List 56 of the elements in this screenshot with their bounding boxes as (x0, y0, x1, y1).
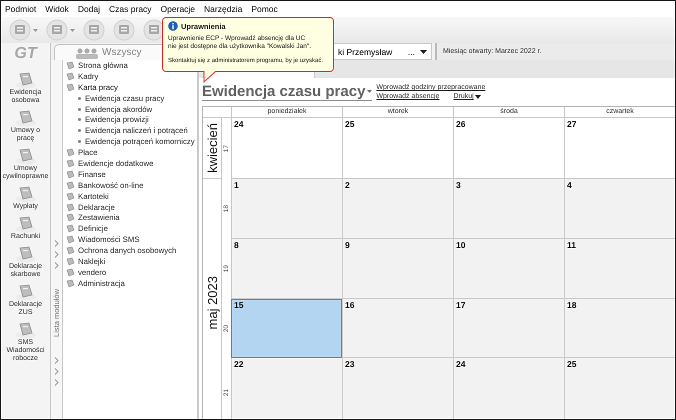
menu-item[interactable]: Dodaj (78, 4, 100, 14)
day-cell[interactable]: 2 (342, 179, 453, 239)
employee-selector[interactable]: ki Przemysław ... (334, 43, 432, 60)
document-icon (14, 215, 36, 233)
document-icon (14, 321, 36, 339)
menu-item[interactable]: Czas pracy (109, 4, 152, 14)
day-cell[interactable]: 8 (231, 239, 342, 299)
day-cell[interactable]: 24 (453, 358, 564, 419)
day-cell[interactable]: 17 (453, 299, 564, 358)
toolbar-button[interactable] (9, 19, 38, 41)
caret-icon[interactable] (33, 28, 38, 32)
day-cell[interactable]: 3 (453, 179, 564, 239)
bullet-icon (78, 96, 81, 100)
bullet-icon (78, 129, 81, 132)
day-cell[interactable]: 23 (342, 358, 453, 419)
bullet-icon (78, 118, 81, 122)
caret-icon (474, 94, 481, 98)
info-icon (168, 21, 178, 31)
day-cell[interactable]: 24 (231, 118, 342, 179)
document-icon (14, 245, 36, 263)
menu-item[interactable]: Narzędzia (204, 4, 242, 14)
toolbar-button[interactable] (83, 19, 105, 41)
menu-item[interactable]: Operacje (160, 4, 196, 14)
day-cell[interactable]: 22 (231, 358, 342, 419)
day-cell[interactable]: 18 (564, 299, 675, 358)
menu-item[interactable]: Widok (45, 4, 69, 14)
day-cell[interactable]: 16 (342, 299, 453, 358)
day-cell[interactable]: 1 (231, 179, 342, 239)
month-label: kwiecień (204, 123, 220, 173)
toolbar-button[interactable] (113, 19, 135, 41)
document-icon (14, 71, 36, 89)
toolbar-button[interactable] (46, 19, 75, 41)
document-icon (14, 147, 36, 165)
caret-icon (367, 90, 372, 93)
day-cell[interactable]: 15 (231, 299, 342, 358)
day-cell[interactable]: 4 (564, 179, 675, 239)
day-cell[interactable]: 10 (453, 239, 564, 299)
day-cell[interactable]: 27 (564, 118, 675, 179)
day-cell[interactable]: 25 (564, 358, 675, 419)
menu-item[interactable]: Podmiot (5, 4, 36, 14)
document-icon (14, 109, 36, 127)
bullet-icon (78, 108, 81, 110)
day-cell[interactable]: 25 (342, 118, 453, 179)
month-label: maj 2023 (204, 276, 220, 330)
people-icon (75, 46, 99, 58)
document-icon (14, 283, 36, 301)
caret-icon (420, 50, 427, 54)
document-icon (14, 185, 36, 203)
day-cell[interactable]: 11 (564, 239, 675, 299)
logo: GT (14, 45, 37, 63)
caret-icon[interactable] (70, 28, 75, 32)
day-cell[interactable]: 9 (342, 239, 453, 299)
page-title[interactable]: Ewidencja czasu pracy (202, 83, 372, 101)
bullet-icon (78, 140, 81, 144)
day-cell[interactable]: 26 (453, 118, 564, 179)
menu-item[interactable]: Pomoc (251, 4, 278, 14)
